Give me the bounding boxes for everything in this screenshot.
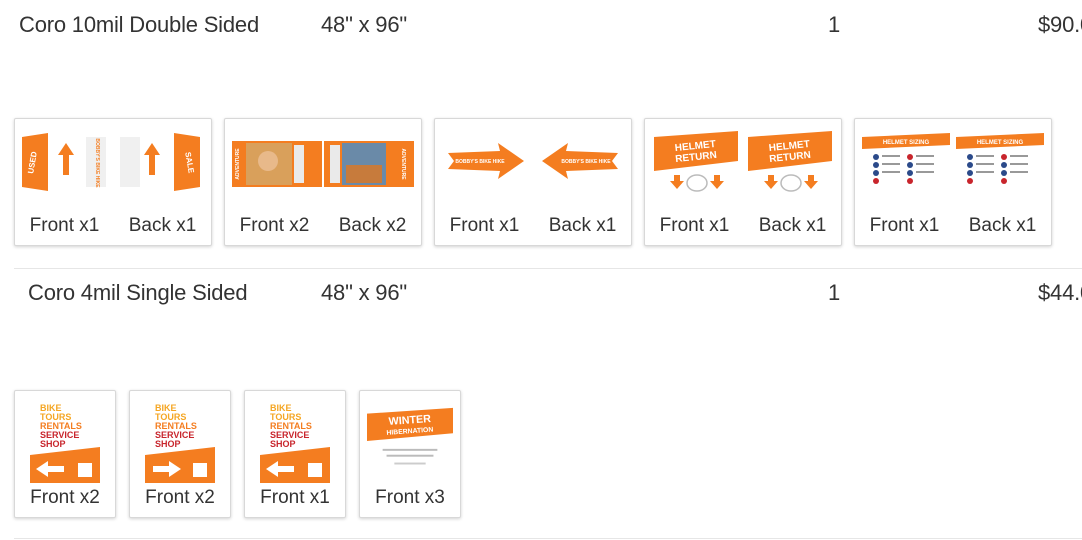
bike-tours-left-arrow-icon: BIKE TOURS RENTALS SERVICE SHOP — [30, 403, 100, 483]
product-quantity: 1 — [828, 280, 841, 305]
front-label: Front x1 — [449, 215, 520, 236]
line-item-coro-4mil: Coro 4mil Single Sided 48" x 96" 1 $44.0… — [0, 268, 1082, 540]
back-label: Back x1 — [128, 215, 197, 236]
side-labels: Front x1 Back x1 — [435, 215, 631, 237]
used-bike-sale-icon: USED BOBBY'S BIKE HIKE — [22, 133, 106, 191]
sign-text: ADVENTURE — [235, 148, 241, 180]
sign-text: SHOP — [155, 439, 181, 449]
bobbys-arrow-icon: BOBBY'S BIKE HIKE — [448, 143, 524, 179]
line-item-coro-10mil: Coro 10mil Double Sided 48" x 96" 1 $90.… — [0, 0, 1082, 269]
design-card[interactable]: WINTER HIBERNATION Front x3 — [359, 390, 461, 518]
product-name: Coro 4mil Single Sided — [28, 280, 248, 305]
front-label: Front x1 — [659, 215, 730, 236]
back-label: Back x1 — [968, 215, 1037, 236]
back-label: Back x2 — [338, 215, 407, 236]
side-labels: Front x2 Back x2 — [225, 215, 421, 237]
design-card[interactable]: USED BOBBY'S BIKE HIKE SALE Front x1 Bac… — [14, 118, 212, 246]
bobbys-arrow-icon: BOBBY'S BIKE HIKE — [542, 143, 618, 179]
bike-tours-left-arrow-icon: BIKE TOURS RENTALS SERVICE SHOP — [260, 403, 330, 483]
winter-hibernation-icon: WINTER HIBERNATION — [367, 407, 453, 465]
adventure-camp-icon: ADVENTURE — [324, 141, 414, 187]
sign-text: BOBBY'S BIKE HIKE — [455, 159, 505, 165]
design-card[interactable]: BIKE TOURS RENTALS SERVICE SHOP Front x1 — [244, 390, 346, 518]
helmet-return-icon: HELMET RETURN — [748, 131, 832, 192]
design-cards: USED BOBBY'S BIKE HIKE SALE Front x1 Bac… — [14, 118, 1064, 246]
sign-text: HELMET SIZING — [883, 140, 930, 146]
back-label: Back x1 — [758, 215, 827, 236]
design-card[interactable]: BOBBY'S BIKE HIKE BOBBY'S BIKE HIKE Fron… — [434, 118, 632, 246]
front-label: Front x2 — [239, 215, 310, 236]
side-labels: Front x1 Back x1 — [15, 215, 211, 237]
helmet-sizing-icon: HELMET SIZING — [862, 133, 950, 184]
sign-text: ADVENTURE — [400, 148, 406, 180]
side-labels: Front x2 — [15, 487, 115, 509]
bike-tours-right-arrow-icon: BIKE TOURS RENTALS SERVICE SHOP — [145, 403, 215, 483]
front-label: Front x1 — [29, 215, 100, 236]
side-labels: Front x3 — [360, 487, 460, 509]
sign-text: BOBBY'S BIKE HIKE — [561, 159, 611, 165]
design-card[interactable]: HELMET SIZING HELMET SIZING Front x1 Bac… — [854, 118, 1052, 246]
row-divider — [14, 538, 1082, 539]
sign-text: BOBBY'S BIKE HIKE — [94, 138, 100, 188]
side-labels: Front x1 Back x1 — [645, 215, 841, 237]
sign-text: HELMET SIZING — [977, 140, 1024, 146]
design-card[interactable]: ADVENTURE ADVENTURE Front x2 Back x2 — [224, 118, 422, 246]
side-labels: Front x2 — [130, 487, 230, 509]
used-bike-sale-icon: SALE — [120, 133, 200, 191]
design-cards: BIKE TOURS RENTALS SERVICE SHOP Front x2… — [14, 390, 474, 518]
product-price: $90.0 — [1038, 12, 1082, 37]
product-price: $44.0 — [1038, 280, 1082, 305]
helmet-sizing-icon: HELMET SIZING — [956, 133, 1044, 184]
product-size: 48" x 96" — [321, 280, 407, 305]
design-card[interactable]: HELMET RETURN HELMET RETURN Front x1 Bac… — [644, 118, 842, 246]
design-card[interactable]: BIKE TOURS RENTALS SERVICE SHOP Front x2 — [14, 390, 116, 518]
product-size: 48" x 96" — [321, 12, 407, 37]
sign-text: SHOP — [40, 439, 66, 449]
side-labels: Front x1 Back x1 — [855, 215, 1051, 237]
front-label: Front x1 — [869, 215, 940, 236]
adventure-camp-icon: ADVENTURE — [232, 141, 322, 187]
product-quantity: 1 — [828, 12, 841, 37]
back-label: Back x1 — [548, 215, 617, 236]
front-label: Front x2 — [30, 487, 100, 508]
side-labels: Front x1 — [245, 487, 345, 509]
product-name: Coro 10mil Double Sided — [19, 12, 259, 37]
line-item-header: Coro 4mil Single Sided 48" x 96" 1 $44.0 — [0, 268, 1082, 328]
line-item-header: Coro 10mil Double Sided 48" x 96" 1 $90.… — [0, 0, 1082, 60]
helmet-return-icon: HELMET RETURN — [654, 131, 738, 192]
front-label: Front x2 — [145, 487, 215, 508]
front-label: Front x1 — [260, 487, 330, 508]
design-card[interactable]: BIKE TOURS RENTALS SERVICE SHOP Front x2 — [129, 390, 231, 518]
sign-text: SHOP — [270, 439, 296, 449]
front-label: Front x3 — [375, 487, 445, 508]
